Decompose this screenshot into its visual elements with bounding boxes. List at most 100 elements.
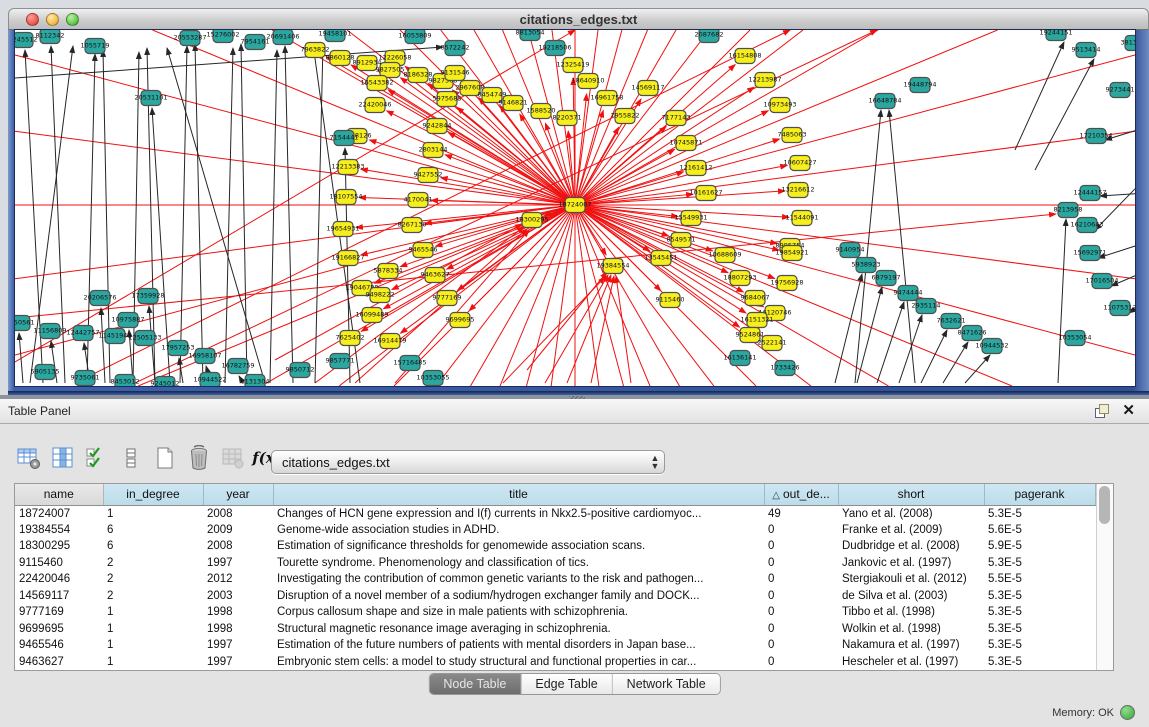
table-cell[interactable]: Yano et al. (2008) <box>838 505 984 522</box>
graph-node[interactable]: 5938923 <box>852 258 881 273</box>
graph-node[interactable]: 12213383 <box>331 160 364 175</box>
graph-node[interactable]: 8267130 <box>398 218 427 233</box>
table-cell[interactable]: de Silva et al. (2003) <box>838 588 984 605</box>
graph-node[interactable]: 19384554 <box>596 259 629 274</box>
graph-node[interactable]: 9699695 <box>446 313 475 328</box>
graph-node[interactable]: 10353055 <box>416 371 449 386</box>
merge-tables-icon[interactable] <box>116 443 146 473</box>
table-cell[interactable]: 5.3E-5 <box>984 555 1095 572</box>
graph-node[interactable]: 8572242 <box>441 41 470 56</box>
column-header-indegree[interactable]: in_degree <box>103 484 203 505</box>
table-row[interactable]: 1456911722003Disruption of a novel membe… <box>15 588 1095 605</box>
graph-node[interactable]: 19854921 <box>775 246 808 261</box>
table-cell[interactable]: 5.5E-5 <box>984 571 1095 588</box>
graph-node[interactable]: 17016504 <box>1085 274 1118 289</box>
table-cell[interactable]: 1 <box>103 637 203 654</box>
graph-node[interactable]: 7954161 <box>241 35 270 50</box>
table-row[interactable]: 1938455462009Genome-wide association stu… <box>15 522 1095 539</box>
graph-node[interactable]: 2087682 <box>695 30 724 43</box>
graph-node[interactable]: 20691406 <box>266 30 299 45</box>
table-cell[interactable]: Estimation of significance thresholds fo… <box>273 538 764 555</box>
table-cell[interactable]: 5.3E-5 <box>984 637 1095 654</box>
graph-node[interactable]: 16154808 <box>728 49 761 64</box>
graph-node[interactable]: 9777169 <box>433 291 462 306</box>
graph-node[interactable]: 9242844 <box>423 119 452 134</box>
graph-node[interactable]: 16136141 <box>723 351 756 366</box>
memory-ok-indicator[interactable] <box>1120 705 1135 720</box>
graph-node[interactable]: 1055719 <box>81 39 110 54</box>
graph-node[interactable]: 16099489 <box>355 308 388 323</box>
table-cell[interactable]: 2008 <box>203 538 273 555</box>
table-row[interactable]: 946554611997Estimation of the future num… <box>15 637 1095 654</box>
graph-node[interactable]: 2522141 <box>758 336 787 351</box>
graph-node[interactable]: 9140954 <box>836 243 865 258</box>
tab-node-table[interactable]: Node Table <box>429 674 521 694</box>
graph-node[interactable]: 15716485 <box>393 356 426 371</box>
table-cell[interactable]: 6 <box>103 522 203 539</box>
table-cell[interactable]: 5.6E-5 <box>984 522 1095 539</box>
table-row[interactable]: 911546021997Tourette syndrome. Phenomeno… <box>15 555 1095 572</box>
table-cell[interactable]: Investigating the contribution of common… <box>273 571 764 588</box>
table-row[interactable]: 969969511998Structural magnetic resonanc… <box>15 621 1095 638</box>
graph-node[interactable]: 10944522 <box>193 373 226 387</box>
table-cell[interactable]: 1998 <box>203 604 273 621</box>
table-scrollbar-thumb[interactable] <box>1099 486 1110 524</box>
table-cell[interactable]: Corpus callosum shape and size in male p… <box>273 604 764 621</box>
graph-node[interactable]: 9513414 <box>1072 43 1101 58</box>
graph-node[interactable]: 10161627 <box>689 186 722 201</box>
graph-node[interactable]: 16961758 <box>590 91 623 106</box>
graph-node[interactable]: 11544091 <box>785 211 818 226</box>
graph-node[interactable]: 1588520 <box>527 104 556 119</box>
table-row[interactable]: 1830029562008Estimation of significance … <box>15 538 1095 555</box>
column-header-pagerank[interactable]: pagerank <box>984 484 1095 505</box>
table-cell[interactable]: Structural magnetic resonance image aver… <box>273 621 764 638</box>
table-cell[interactable]: 5.9E-5 <box>984 538 1095 555</box>
graph-node[interactable]: 10944532 <box>975 339 1008 354</box>
graph-node[interactable]: 8220371 <box>553 111 582 126</box>
table-row[interactable]: 2242004622012Investigating the contribut… <box>15 571 1095 588</box>
table-cell[interactable]: 0 <box>764 588 838 605</box>
graph-node[interactable]: 16151321 <box>740 313 773 328</box>
graph-node[interactable]: 10745871 <box>669 136 702 151</box>
table-cell[interactable]: 9465546 <box>15 637 103 654</box>
graph-node[interactable]: 7850561 <box>15 316 34 331</box>
table-cell[interactable]: 5.3E-5 <box>984 604 1095 621</box>
graph-node[interactable]: 9427552 <box>414 168 443 183</box>
graph-node[interactable]: 12325419 <box>556 58 589 73</box>
table-settings-icon[interactable] <box>14 443 44 473</box>
table-cell[interactable]: 5.3E-5 <box>984 588 1095 605</box>
column-header-outde[interactable]: △out_de... <box>764 484 838 505</box>
graph-node[interactable]: 15549931 <box>674 211 707 226</box>
graph-node[interactable]: 16053809 <box>398 30 431 44</box>
graph-node[interactable]: 7625402 <box>336 331 365 346</box>
graph-node[interactable]: 10975887 <box>111 313 144 328</box>
table-cell[interactable]: Tourette syndrome. Phenomenology and cla… <box>273 555 764 572</box>
table-cell[interactable]: Estimation of the future numbers of pati… <box>273 637 764 654</box>
table-row[interactable]: 977716911998Corpus callosum shape and si… <box>15 604 1095 621</box>
table-cell[interactable]: 2003 <box>203 588 273 605</box>
graph-node[interactable]: 6879197 <box>872 271 901 286</box>
show-columns-icon[interactable] <box>48 443 78 473</box>
graph-node[interactable]: 8213958 <box>1054 203 1083 218</box>
graph-node[interactable]: 9684067 <box>741 291 770 306</box>
network-canvas[interactable]: 7963822886012889129341222605898275058186… <box>15 30 1135 386</box>
table-cell[interactable]: 0 <box>764 522 838 539</box>
graph-node[interactable]: 5905135 <box>31 365 60 380</box>
column-header-year[interactable]: year <box>203 484 273 505</box>
table-cell[interactable]: 14569117 <box>15 588 103 605</box>
graph-node[interactable]: 10607427 <box>783 156 816 171</box>
graph-node[interactable]: 2935114 <box>912 299 941 314</box>
tab-network-table[interactable]: Network Table <box>613 674 720 694</box>
table-cell[interactable]: 5.3E-5 <box>984 505 1095 522</box>
table-selector-dropdown[interactable]: citations_edges.txt ▲▼ <box>271 450 665 474</box>
graph-node[interactable]: 9474444 <box>894 286 923 301</box>
new-table-icon[interactable] <box>150 443 180 473</box>
table-cell[interactable]: 2012 <box>203 571 273 588</box>
graph-node[interactable]: 8860128 <box>326 51 355 66</box>
graph-node[interactable]: 10353054 <box>1058 331 1091 346</box>
graph-node[interactable]: 11451943 <box>98 329 131 344</box>
table-cell[interactable]: Changes of HCN gene expression and I(f) … <box>273 505 764 522</box>
graph-node[interactable]: 9463627 <box>421 268 450 283</box>
graph-node[interactable]: 10973493 <box>763 98 796 113</box>
graph-node[interactable]: 4170041 <box>404 193 433 208</box>
